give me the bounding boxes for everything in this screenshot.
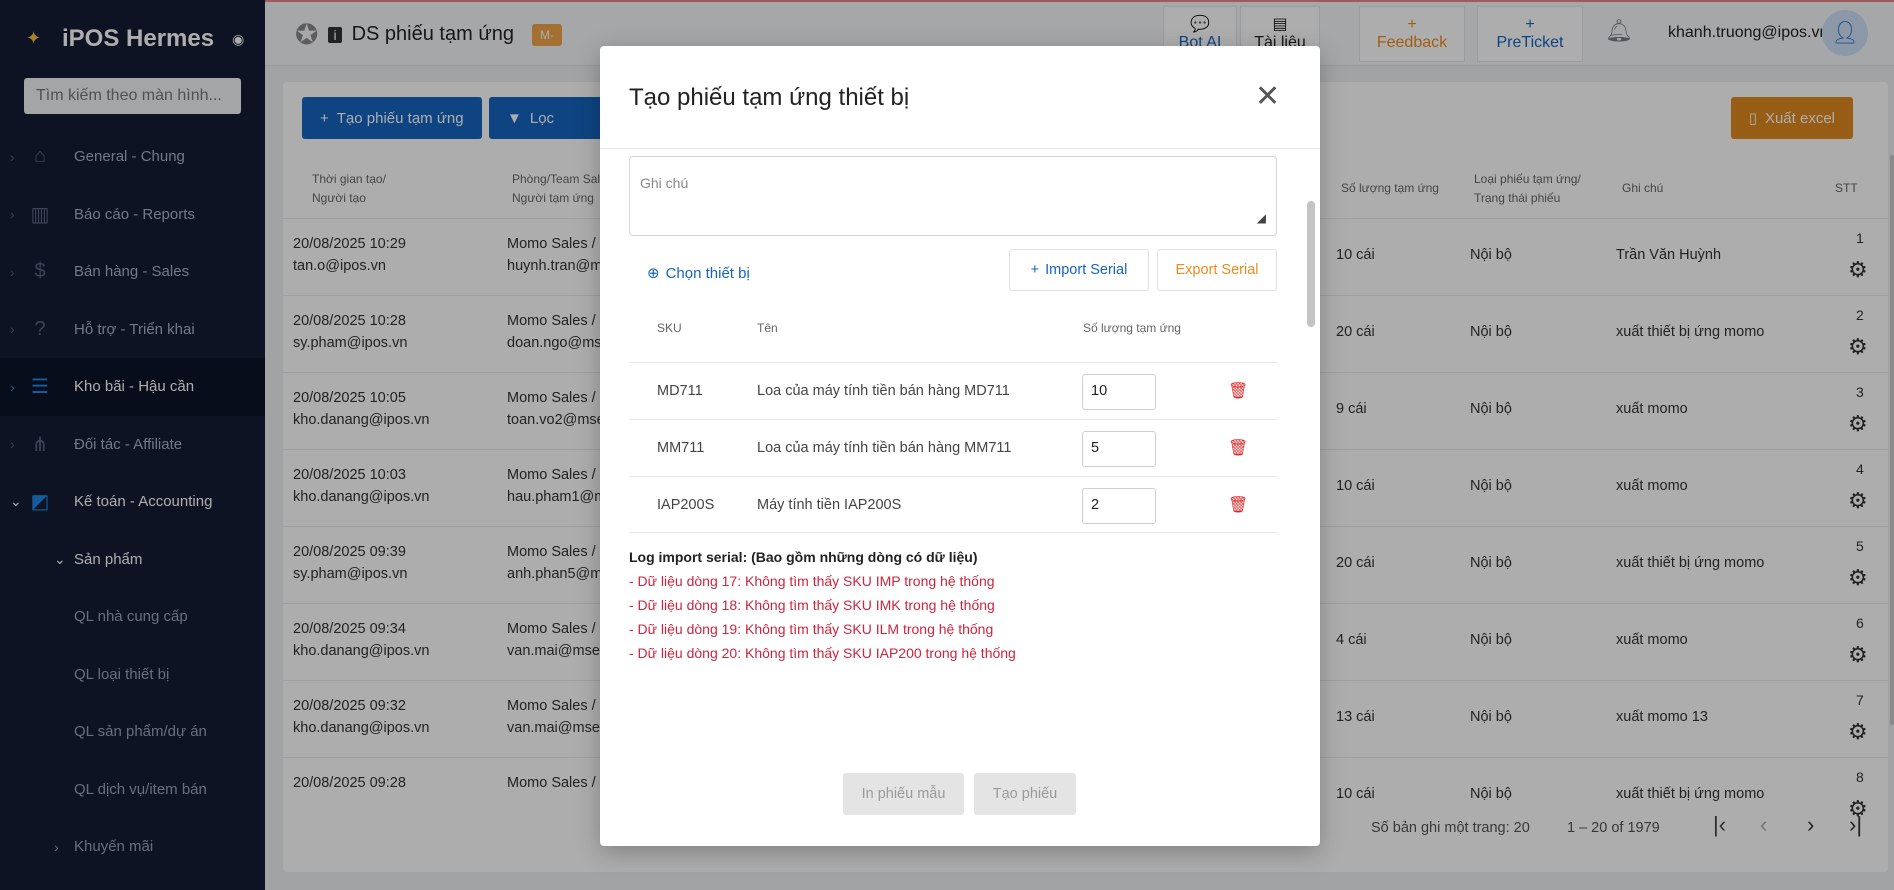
device-col-name: Tên <box>757 321 778 335</box>
device-name: Loa của máy tính tiền bán hàng MM711 <box>757 440 1012 456</box>
import-log-title: Log import serial: (Bao gồm những dòng c… <box>629 549 978 565</box>
device-col-qty: Số lượng tạm ứng <box>1083 321 1181 335</box>
export-serial-button[interactable]: Export Serial <box>1157 249 1277 291</box>
export-serial-label: Export Serial <box>1175 262 1259 278</box>
import-log-line: - Dữ liệu dòng 17: Không tìm thấy SKU IM… <box>629 573 995 589</box>
trash-icon[interactable]: 🗑︎ <box>1228 495 1248 515</box>
device-qty-input[interactable]: 2 <box>1082 488 1156 524</box>
device-sku: MM711 <box>657 440 705 456</box>
device-row: MD711 Loa của máy tính tiền bán hàng MD7… <box>629 362 1277 419</box>
device-row: MM711 Loa của máy tính tiền bán hàng MM7… <box>629 419 1277 476</box>
modal-divider <box>600 148 1320 149</box>
note-textarea[interactable]: Ghi chú ◢ <box>629 156 1277 236</box>
device-row: IAP200S Máy tính tiền IAP200S 2 🗑︎ <box>629 476 1277 533</box>
create-ticket-button[interactable]: Tạo phiếu <box>974 773 1076 815</box>
print-sample-button[interactable]: In phiếu mẫu <box>843 773 964 815</box>
trash-icon[interactable]: 🗑︎ <box>1228 381 1248 401</box>
device-name: Loa của máy tính tiền bán hàng MD711 <box>757 383 1010 399</box>
resize-handle-icon[interactable]: ◢ <box>1257 211 1266 225</box>
import-serial-button[interactable]: + Import Serial <box>1009 249 1149 291</box>
import-log-line: - Dữ liệu dòng 20: Không tìm thấy SKU IA… <box>629 645 1016 661</box>
device-name: Máy tính tiền IAP200S <box>757 497 902 513</box>
create-advance-modal: Tạo phiếu tạm ứng thiết bị ✕ Ghi chú ◢ ⊕… <box>600 46 1320 846</box>
device-sku: MD711 <box>657 383 703 399</box>
add-circle-icon: ⊕ <box>647 265 660 282</box>
import-log-line: - Dữ liệu dòng 19: Không tìm thấy SKU IL… <box>629 621 994 637</box>
device-sku: IAP200S <box>657 497 715 513</box>
choose-device-link[interactable]: ⊕ Chọn thiết bị <box>647 264 750 283</box>
modal-title: Tạo phiếu tạm ứng thiết bị <box>629 84 910 111</box>
modal-scrollbar[interactable] <box>1307 201 1315 327</box>
device-qty-input[interactable]: 5 <box>1082 431 1156 467</box>
choose-device-label: Chọn thiết bị <box>665 264 750 282</box>
device-qty-input[interactable]: 10 <box>1082 374 1156 410</box>
close-icon[interactable]: ✕ <box>1255 82 1280 112</box>
import-log-line: - Dữ liệu dòng 18: Không tìm thấy SKU IM… <box>629 597 995 613</box>
note-placeholder: Ghi chú <box>640 175 689 191</box>
trash-icon[interactable]: 🗑︎ <box>1228 438 1248 458</box>
device-col-sku: SKU <box>657 321 682 335</box>
import-serial-label: Import Serial <box>1045 262 1128 278</box>
plus-icon: + <box>1030 262 1040 278</box>
